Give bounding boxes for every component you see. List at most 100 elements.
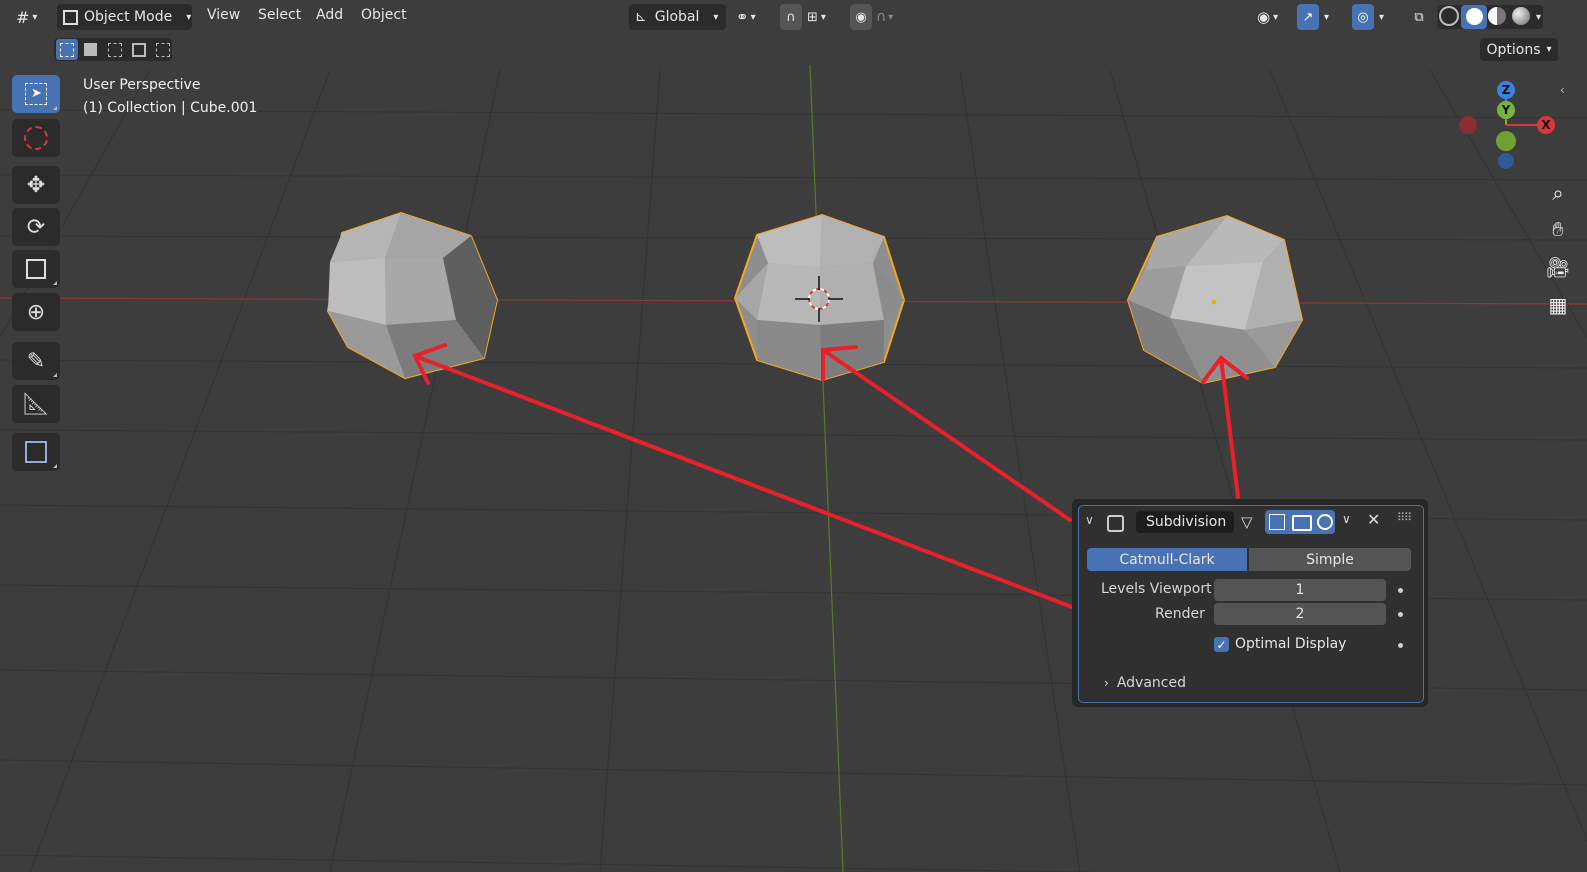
optimal-display-checkbox[interactable]: ✓ — [1214, 637, 1229, 652]
orientation-dropdown[interactable]: ⊾ Global ▾ — [629, 4, 726, 30]
wireframe-shading-icon[interactable] — [1439, 6, 1459, 26]
select-mode-strip — [54, 38, 172, 61]
falloff-curve-icon: ∩ — [876, 9, 887, 25]
solid-shading-button[interactable] — [1461, 5, 1487, 29]
display-toggles — [1265, 510, 1335, 534]
cube-left[interactable] — [326, 211, 499, 380]
levels-viewport-label: Levels Viewport — [1101, 581, 1212, 597]
cube-right[interactable] — [1126, 214, 1304, 385]
keyframe-dot-icon[interactable] — [1398, 588, 1403, 593]
camera-view-button[interactable]: 🎥︎ — [1542, 251, 1574, 283]
select-subtract-icon — [108, 43, 122, 57]
remove-modifier-close-icon[interactable]: ✕ — [1367, 510, 1380, 529]
gizmo-toggle[interactable]: ↗ — [1297, 4, 1319, 30]
advanced-subpanel-header[interactable]: › Advanced — [1104, 675, 1186, 691]
gizmo-neg-y[interactable] — [1496, 131, 1516, 151]
keyframe-dot-icon[interactable] — [1398, 643, 1403, 648]
select-new-button[interactable] — [56, 39, 78, 60]
falloff-dropdown[interactable]: ∩ ▾ — [876, 4, 912, 30]
editor-type-button[interactable]: # ▾ — [10, 4, 48, 30]
rendered-shading-icon[interactable] — [1512, 7, 1530, 25]
shading-dropdown[interactable]: ▾ — [1536, 4, 1548, 30]
tool-move[interactable]: ✥ — [12, 166, 60, 204]
cursor-arrow-icon: ➤ — [25, 83, 47, 105]
viewport-grid — [0, 64, 1587, 872]
pan-button[interactable]: ✋︎ — [1542, 213, 1574, 245]
select-invert-button[interactable] — [128, 39, 150, 60]
options-dropdown[interactable]: Options ▾ — [1480, 38, 1558, 61]
mode-label: Object Mode — [84, 9, 173, 25]
tool-transform[interactable]: ⊕ — [12, 293, 60, 331]
menu-object[interactable]: Object — [361, 7, 407, 23]
rotate-icon: ⟳ — [26, 214, 46, 240]
material-shading-icon[interactable] — [1488, 7, 1506, 25]
projection-toggle-button[interactable]: ▦ — [1542, 289, 1574, 321]
mode-dropdown[interactable]: Object Mode ▾ — [57, 4, 192, 30]
modifier-name-field[interactable]: Subdivision — [1136, 511, 1234, 533]
tool-measure[interactable]: 📐︎ — [12, 385, 60, 423]
chevron-down-icon: ▾ — [820, 11, 826, 23]
xray-toggle[interactable]: ⧉ — [1408, 4, 1430, 30]
drag-handle-icon[interactable]: ⠿⠿ — [1397, 511, 1412, 524]
render-levels-label: Render — [1155, 606, 1205, 622]
snap-toggle[interactable]: ∩ — [780, 4, 802, 30]
cube-center[interactable] — [733, 213, 906, 382]
menu-select[interactable]: Select — [258, 7, 301, 23]
levels-viewport-field[interactable]: 1 — [1214, 579, 1386, 601]
tool-rotate[interactable]: ⟳ — [12, 208, 60, 246]
gizmo-neg-z[interactable] — [1498, 153, 1514, 169]
sidebar-toggle-arrow-icon[interactable]: ‹ — [1560, 83, 1565, 97]
menu-add[interactable]: Add — [316, 7, 343, 23]
select-intersect-button[interactable] — [152, 39, 174, 60]
pivot-point-icon: ⚭ — [736, 8, 749, 26]
edit-mode-toggle-icon[interactable]: ▽ — [1241, 513, 1253, 531]
tool-annotate[interactable]: ✎ — [12, 342, 60, 380]
zoom-button[interactable]: ⌕ — [1542, 177, 1574, 209]
checkmark-icon: ✓ — [1216, 637, 1227, 652]
render-camera-toggle-icon[interactable] — [1317, 514, 1333, 530]
tool-scale[interactable] — [12, 250, 60, 288]
select-subtract-button[interactable] — [104, 39, 126, 60]
subdivision-modifier-icon — [1107, 515, 1124, 532]
menu-view[interactable]: View — [207, 7, 240, 23]
select-new-icon — [60, 43, 74, 57]
gizmo-y-label: Y — [1501, 103, 1511, 117]
tool-add-cube[interactable] — [12, 433, 60, 471]
render-levels-field[interactable]: 2 — [1214, 603, 1386, 625]
orientation-label: Global — [654, 9, 700, 25]
annotate-pencil-icon: ✎ — [26, 348, 46, 374]
pivot-point-dropdown[interactable]: ⚭ ▾ — [736, 4, 772, 30]
navigation-gizmo[interactable]: Z Y X — [1455, 78, 1565, 178]
algorithm-catmull-clark[interactable]: Catmull-Clark — [1087, 548, 1247, 571]
chevron-down-icon: ▾ — [1546, 44, 1552, 55]
solid-shading-icon — [1466, 8, 1483, 25]
xray-icon: ⧉ — [1414, 9, 1424, 25]
visibility-dropdown[interactable]: ◉ ▾ — [1253, 4, 1289, 30]
gizmo-neg-x[interactable] — [1459, 116, 1477, 134]
collapse-chevron-icon[interactable]: ∨ — [1085, 513, 1094, 527]
snap-target-dropdown[interactable]: ⊞ ▾ — [805, 4, 843, 30]
keyframe-dot-icon[interactable] — [1398, 612, 1403, 617]
chevron-down-icon: ▾ — [888, 11, 894, 23]
transform-orientation-icon: ⊾ — [635, 9, 647, 25]
tool-select-box[interactable]: ➤ — [12, 75, 60, 113]
measure-ruler-icon: 📐︎ — [22, 391, 50, 417]
snap-increment-icon: ⊞ — [807, 9, 818, 25]
overlays-icon: ◎ — [1357, 9, 1369, 25]
tool-cursor[interactable] — [12, 119, 60, 157]
algorithm-simple[interactable]: Simple — [1249, 548, 1411, 571]
select-intersect-icon — [156, 43, 170, 57]
select-extend-button[interactable] — [80, 39, 102, 60]
on-cage-toggle-icon[interactable] — [1269, 514, 1285, 530]
chevron-down-icon: ▾ — [1536, 11, 1542, 23]
overlays-dropdown[interactable]: ▾ — [1379, 4, 1393, 30]
modifier-menu-chevron-icon[interactable]: ∨ — [1342, 512, 1351, 526]
overlays-toggle[interactable]: ◎ — [1352, 4, 1374, 30]
gizmo-dropdown[interactable]: ▾ — [1324, 4, 1338, 30]
proportional-editing-toggle[interactable]: ◉ — [850, 4, 872, 30]
move-icon: ✥ — [26, 172, 46, 198]
3d-viewport[interactable]: # ▾ Object Mode ▾ View Select Add Object… — [0, 0, 1587, 872]
chevron-down-icon: ▾ — [713, 11, 719, 23]
chevron-down-icon: ▾ — [1324, 11, 1330, 23]
viewport-display-toggle-icon[interactable] — [1292, 515, 1312, 531]
